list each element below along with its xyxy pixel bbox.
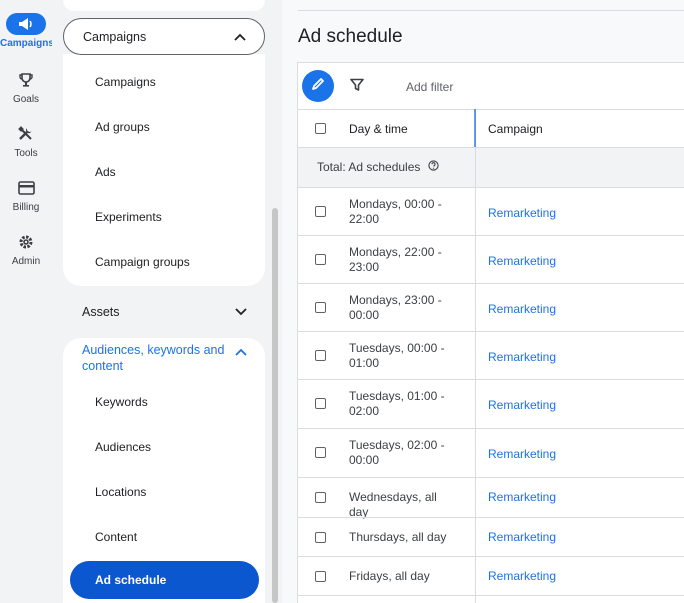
credit-card-icon [17,181,35,195]
nav-card-top [63,0,265,11]
table-row: Wednesdays, all day Remarketing [298,477,684,519]
section-label: Assets [82,304,120,319]
row-checkbox[interactable] [315,398,326,409]
tools-icon [18,126,34,142]
column-divider [475,109,476,603]
day-time-cell: Tuesdays, 01:00 - 02:00 [349,389,445,418]
rail-item-billing[interactable]: Billing [0,177,52,213]
table-header-row: Day & time Campaign [298,109,684,147]
row-checkbox[interactable] [315,350,326,361]
nav-card-campaigns [63,54,265,286]
section-label: Campaigns [83,29,147,44]
day-time-cell: Mondays, 22:00 - 23:00 [349,245,442,274]
nav-item-campaigns[interactable]: Campaigns [95,75,156,89]
total-label: Total: Ad schedules [317,160,421,174]
chevron-down-icon [235,307,247,316]
nav-item-locations[interactable]: Locations [95,485,146,499]
campaign-link[interactable]: Remarketing [488,530,556,544]
ad-schedule-table: Day & time Campaign Total: Ad schedules … [297,109,684,603]
edit-button[interactable] [302,70,334,102]
campaign-link[interactable]: Remarketing [488,254,556,268]
nav-item-ads[interactable]: Ads [95,165,116,179]
day-time-cell: Thursdays, all day [349,530,447,544]
table-row: Fridays, all day Remarketing [298,556,684,596]
rail-label: Billing [12,202,40,213]
column-header-day-time[interactable]: Day & time [349,122,459,137]
nav-item-content[interactable]: Content [95,530,137,544]
campaign-link[interactable]: Remarketing [488,398,556,412]
row-checkbox[interactable] [315,532,326,543]
table-row: Tuesdays, 00:00 - 01:00 Remarketing [298,331,684,379]
rail-item-campaigns[interactable]: Campaigns [0,13,54,49]
table-row: Mondays, 22:00 - 23:00 Remarketing [298,235,684,283]
day-time-cell: Tuesdays, 00:00 - 01:00 [349,341,445,370]
campaign-link[interactable]: Remarketing [488,350,556,364]
campaign-link[interactable]: Remarketing [488,569,556,583]
row-checkbox[interactable] [315,571,326,582]
day-time-cell: Mondays, 23:00 - 00:00 [349,293,442,322]
audiences-section-toggle[interactable]: Audiences, keywords and content [63,339,265,379]
rail-label: Campaigns [0,38,54,49]
row-checkbox[interactable] [315,254,326,265]
table-row: Mondays, 23:00 - 00:00 Remarketing [298,283,684,331]
campaign-link[interactable]: Remarketing [488,206,556,220]
day-time-cell: Mondays, 00:00 - 22:00 [349,197,442,226]
rail-item-tools[interactable]: Tools [0,123,52,159]
main-content: Ad schedule Add filter Day & time Campai… [282,0,684,603]
filter-icon[interactable] [350,78,364,97]
campaign-link[interactable]: Remarketing [488,447,556,461]
divider [298,10,684,11]
rail-item-admin[interactable]: Admin [0,231,52,267]
row-checkbox[interactable] [315,206,326,217]
day-time-cell: Tuesdays, 02:00 - 00:00 [349,438,445,467]
assets-section-toggle[interactable]: Assets [63,293,265,330]
gear-icon [18,234,34,250]
trophy-icon [18,72,34,88]
table-toolbar: Add filter [297,62,684,109]
table-row: Mondays, 00:00 - 22:00 Remarketing [298,187,684,235]
total-row: Total: Ad schedules [298,147,684,187]
chevron-up-icon [234,33,246,41]
nav-item-ad-groups[interactable]: Ad groups [95,120,150,134]
nav-item-experiments[interactable]: Experiments [95,210,162,224]
nav-item-keywords[interactable]: Keywords [95,395,148,409]
row-checkbox[interactable] [315,492,326,503]
row-checkbox[interactable] [315,447,326,458]
nav-item-ad-schedule[interactable]: Ad schedule [70,561,259,599]
navigation-rail: Campaigns Goals Tools Billing Admin [0,0,54,603]
day-time-cell: Fridays, all day [349,569,430,583]
table-row: Thursdays, all day Remarketing [298,517,684,556]
table-row: Tuesdays, 02:00 - 00:00 Remarketing [298,428,684,477]
column-header-campaign[interactable]: Campaign [488,122,543,136]
section-label: Audiences, keywords and content [82,343,225,373]
campaigns-megaphone-icon [18,17,34,31]
help-icon[interactable] [428,160,440,175]
rail-item-goals[interactable]: Goals [0,69,52,105]
chevron-up-icon [235,348,247,356]
select-all-checkbox[interactable] [315,123,326,134]
row-checkbox[interactable] [315,302,326,313]
day-time-cell: Wednesdays, all day [349,490,437,519]
campaign-link[interactable]: Remarketing [488,490,556,504]
campaigns-section-toggle[interactable]: Campaigns [63,18,265,55]
nav-item-audiences[interactable]: Audiences [95,440,151,454]
pencil-icon [311,77,325,96]
column-resize-handle[interactable] [474,109,476,147]
page-title: Ad schedule [298,26,403,47]
navigation-panel: Campaigns Campaigns Ad groups Ads Experi… [52,0,282,603]
rail-label: Admin [11,256,41,267]
nav-scrollbar[interactable] [272,208,278,603]
table-row: Tuesdays, 01:00 - 02:00 Remarketing [298,379,684,428]
add-filter-button[interactable]: Add filter [406,80,453,94]
nav-item-campaign-groups[interactable]: Campaign groups [95,255,190,269]
rail-label: Goals [12,94,40,105]
rail-label: Tools [14,148,38,159]
campaign-link[interactable]: Remarketing [488,302,556,316]
